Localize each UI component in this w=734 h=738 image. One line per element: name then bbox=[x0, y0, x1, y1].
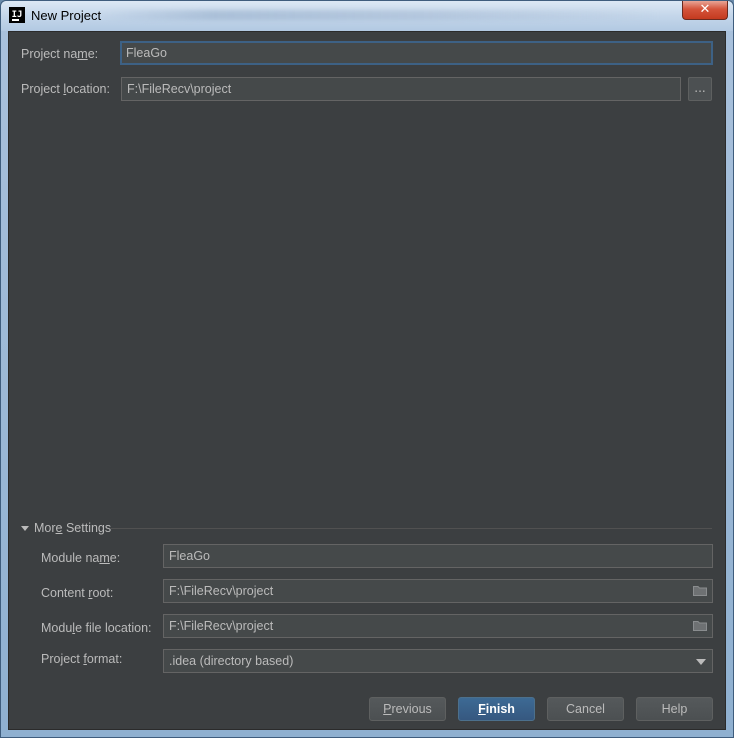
title-bar[interactable]: IJ New Project ✕ bbox=[1, 1, 733, 31]
module-name-input[interactable]: FleaGo bbox=[163, 544, 713, 568]
content-root-label: Content root: bbox=[41, 586, 114, 600]
previous-button[interactable]: Previous bbox=[369, 697, 446, 721]
module-file-location-label: Module file location: bbox=[41, 621, 152, 635]
project-format-label: Project format: bbox=[41, 652, 123, 666]
triangle-down-icon bbox=[21, 526, 29, 531]
window-title: New Project bbox=[31, 8, 102, 23]
module-name-label: Module name: bbox=[41, 551, 121, 565]
project-location-label: Project location: bbox=[21, 82, 110, 96]
help-button[interactable]: Help bbox=[636, 697, 713, 721]
folder-icon[interactable] bbox=[693, 620, 707, 631]
finish-button[interactable]: Finish bbox=[458, 697, 535, 721]
section-divider bbox=[111, 528, 712, 529]
chevron-down-icon bbox=[696, 659, 706, 665]
browse-location-button[interactable]: ... bbox=[688, 77, 712, 101]
module-file-location-input[interactable]: F:\FileRecv\project bbox=[163, 614, 713, 638]
dialog-content: Project name: FleaGo Project location: F… bbox=[8, 31, 726, 730]
title-background-blur bbox=[101, 10, 661, 20]
project-format-select[interactable]: .idea (directory based) bbox=[163, 649, 713, 673]
project-location-input[interactable]: F:\FileRecv\project bbox=[121, 77, 681, 101]
project-name-label: Project name: bbox=[21, 47, 99, 61]
cancel-button[interactable]: Cancel bbox=[547, 697, 624, 721]
intellij-idea-icon: IJ bbox=[9, 7, 25, 23]
close-icon: ✕ bbox=[699, 2, 711, 17]
dialog-window: IJ New Project ✕ Project name: FleaGo Pr… bbox=[0, 0, 734, 738]
more-settings-label: More Settings bbox=[34, 521, 112, 535]
content-root-input[interactable]: F:\FileRecv\project bbox=[163, 579, 713, 603]
close-button[interactable]: ✕ bbox=[682, 1, 728, 20]
project-name-input[interactable]: FleaGo bbox=[120, 41, 713, 65]
folder-icon[interactable] bbox=[693, 585, 707, 596]
